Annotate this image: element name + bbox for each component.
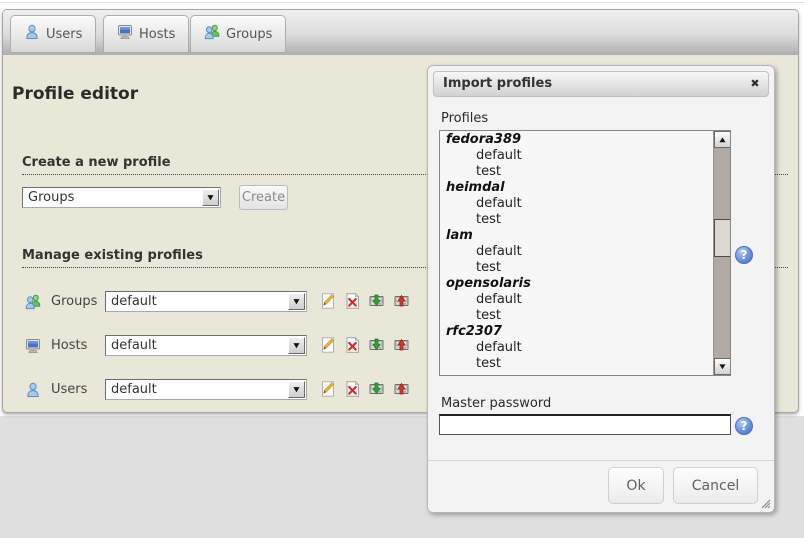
dialog-buttonpane: Ok Cancel [428, 460, 774, 512]
chevron-down-icon: ▼ [293, 342, 299, 349]
manage-row-users: Users default ▼ [22, 379, 422, 401]
profile-group-name: heimdal [446, 180, 710, 196]
profile-entry[interactable]: test [446, 260, 710, 276]
profile-group-name: opensolaris [446, 276, 710, 292]
account-type-select-value: Groups [28, 188, 74, 207]
scroll-up-button[interactable]: ▲ [714, 131, 731, 148]
tab-users-label: Users [46, 27, 82, 42]
master-password-label: Master password [441, 396, 551, 411]
profile-entry[interactable]: test [446, 356, 710, 372]
import-profiles-dialog: Import profiles ✖ Profiles fedora389defa… [427, 65, 775, 513]
export-profile-icon-button[interactable] [393, 293, 410, 310]
import-profile-icon-button[interactable] [368, 293, 385, 310]
scrollbar-thumb[interactable] [714, 219, 731, 257]
manage-row-hosts: Hosts default ▼ [22, 335, 422, 357]
close-icon[interactable]: ✖ [746, 75, 764, 93]
tab-groups-label: Groups [226, 27, 272, 42]
tab-hosts[interactable]: Hosts [103, 15, 189, 53]
disk-arrow-up-icon [394, 384, 409, 399]
profile-entry[interactable]: test [446, 308, 710, 324]
delete-profile-icon-button[interactable] [344, 381, 361, 398]
scroll-down-button[interactable]: ▼ [714, 358, 731, 375]
manage-row-groups: Groups default ▼ [22, 291, 422, 313]
monitor-icon [25, 338, 41, 358]
delete-profile-icon-button[interactable] [344, 337, 361, 354]
profile-entry[interactable]: default [446, 292, 710, 308]
delete-document-icon [345, 297, 360, 312]
manage-row-label: Groups [51, 291, 97, 312]
profiles-label: Profiles [441, 111, 488, 126]
profile-entry[interactable]: default [446, 148, 710, 164]
profile-entry[interactable]: default [446, 244, 710, 260]
cancel-button[interactable]: Cancel [673, 467, 758, 504]
users-profile-select[interactable]: default ▼ [105, 379, 307, 400]
account-type-tab-bar: Users Hosts [3, 10, 798, 55]
arrow-down-icon: ▼ [719, 363, 725, 369]
edit-profile-icon-button[interactable] [319, 337, 336, 354]
chevron-down-icon: ▼ [293, 386, 299, 393]
profiles-list-scrollbar[interactable]: ▲ ▼ [713, 131, 730, 375]
profile-entry[interactable]: test [446, 212, 710, 228]
master-password-input[interactable] [439, 414, 731, 435]
help-icon[interactable]: ? [735, 246, 753, 264]
profiles-list-items: fedora389defaulttestheimdaldefaulttestla… [440, 132, 710, 375]
users-profile-select-value: default [111, 380, 157, 399]
edit-profile-icon-button[interactable] [319, 293, 336, 310]
disk-arrow-down-icon [369, 296, 384, 311]
hosts-profile-select[interactable]: default ▼ [105, 335, 307, 356]
profile-group-name: fedora389 [446, 132, 710, 148]
profiles-listbox[interactable]: fedora389defaulttestheimdaldefaulttestla… [439, 130, 731, 376]
disk-arrow-down-icon [369, 340, 384, 355]
pencil-icon [321, 297, 335, 312]
pencil-icon [321, 385, 335, 400]
groups-profile-select[interactable]: default ▼ [105, 291, 307, 312]
delete-document-icon [345, 341, 360, 356]
dialog-title: Import profiles [443, 72, 552, 96]
tab-hosts-label: Hosts [139, 27, 175, 42]
disk-arrow-up-icon [394, 296, 409, 311]
dropdown-button[interactable]: ▼ [288, 337, 305, 354]
groups-icon [204, 24, 220, 44]
resize-handle-icon[interactable] [759, 497, 771, 509]
account-type-select[interactable]: Groups ▼ [22, 187, 221, 208]
profile-entry[interactable]: default [446, 196, 710, 212]
chevron-down-icon: ▼ [207, 194, 213, 201]
edit-profile-icon-button[interactable] [319, 381, 336, 398]
import-profile-icon-button[interactable] [368, 381, 385, 398]
disk-arrow-down-icon [369, 384, 384, 399]
delete-profile-icon-button[interactable] [344, 293, 361, 310]
profile-entry[interactable]: test [446, 164, 710, 180]
user-icon [25, 382, 41, 402]
monitor-icon [117, 24, 133, 44]
help-icon[interactable]: ? [735, 417, 753, 435]
delete-document-icon [345, 385, 360, 400]
page-title: Profile editor [12, 84, 138, 104]
export-profile-icon-button[interactable] [393, 337, 410, 354]
user-icon [24, 24, 40, 44]
profile-entry[interactable]: default [446, 340, 710, 356]
page: Users Hosts [0, 0, 804, 538]
disk-arrow-up-icon [394, 340, 409, 355]
chevron-down-icon: ▼ [293, 298, 299, 305]
import-profile-icon-button[interactable] [368, 337, 385, 354]
arrow-up-icon: ▲ [719, 136, 725, 142]
profile-group-name: rfc2307 [446, 324, 710, 340]
manage-row-label: Users [51, 379, 87, 400]
hosts-profile-select-value: default [111, 336, 157, 355]
tab-groups[interactable]: Groups [190, 15, 286, 53]
groups-icon [25, 294, 41, 314]
profile-group-name: lam [446, 228, 710, 244]
page-top-divider [0, 2, 804, 3]
manage-row-label: Hosts [51, 335, 87, 356]
dropdown-button[interactable]: ▼ [288, 381, 305, 398]
tab-users[interactable]: Users [10, 15, 96, 53]
dropdown-button[interactable]: ▼ [288, 293, 305, 310]
dialog-header[interactable]: Import profiles ✖ [433, 71, 769, 97]
ok-button[interactable]: Ok [608, 467, 664, 504]
create-button[interactable]: Create [239, 185, 288, 210]
export-profile-icon-button[interactable] [393, 381, 410, 398]
pencil-icon [321, 341, 335, 356]
dropdown-button[interactable]: ▼ [202, 189, 219, 206]
groups-profile-select-value: default [111, 292, 157, 311]
